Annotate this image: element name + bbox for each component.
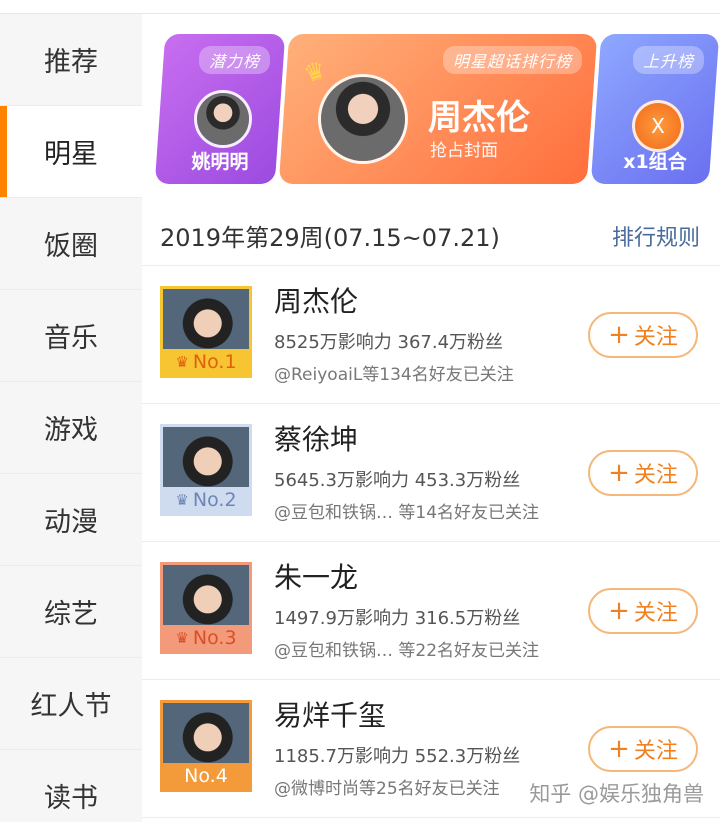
- star-stats: 8525万影响力 367.4万粉丝: [274, 332, 504, 353]
- follow-button[interactable]: + 关注: [588, 450, 698, 496]
- crown-icon: ♛: [175, 353, 189, 371]
- star-topic-chart-card[interactable]: 明星超话排行榜 ♛ 周杰伦 抢占封面: [278, 34, 598, 184]
- star-stats: 5645.3万影响力 453.3万粉丝: [274, 470, 521, 491]
- sidebar-item-influencer[interactable]: 红人节: [0, 658, 142, 750]
- sidebar-item-music[interactable]: 音乐: [0, 290, 142, 382]
- card-tag: 潜力榜: [198, 46, 270, 74]
- sidebar-item-stars[interactable]: 明星: [0, 106, 142, 198]
- top-bar: [0, 0, 720, 14]
- friends-following: @微博时尚等25名好友已关注: [274, 779, 500, 799]
- crown-icon: ♛: [175, 629, 189, 647]
- friends-following: @ReiyoaiL等134名好友已关注: [274, 365, 514, 385]
- card-name: 姚明明: [191, 151, 249, 173]
- rank-badge: No.4: [163, 763, 249, 789]
- avatar: [318, 74, 408, 164]
- sidebar-item-anime[interactable]: 动漫: [0, 474, 142, 566]
- card-subtitle: 抢占封面: [430, 141, 498, 161]
- group-badge-icon: X: [632, 100, 684, 152]
- star-name: 朱一龙: [274, 561, 359, 594]
- rank-badge: ♛ No.3: [163, 625, 249, 651]
- watermark: 知乎 @娱乐独角兽: [529, 782, 704, 806]
- sidebar-item-fandom[interactable]: 饭圈: [0, 198, 142, 290]
- sidebar-item-games[interactable]: 游戏: [0, 382, 142, 474]
- ranking-list: ♛ No.1 周杰伦 8525万影响力 367.4万粉丝 @ReiyoaiL等13…: [142, 266, 720, 818]
- sidebar-item-variety[interactable]: 综艺: [0, 566, 142, 658]
- rank-badge: ♛ No.2: [163, 487, 249, 513]
- ranking-row[interactable]: ♛ No.2 蔡徐坤 5645.3万影响力 453.3万粉丝 @豆包和铁锅… 等1…: [142, 404, 720, 542]
- potential-chart-card[interactable]: 潜力榜 姚明明: [154, 34, 286, 184]
- crown-icon: ♛: [175, 491, 189, 509]
- rank-badge: ♛ No.1: [163, 349, 249, 375]
- follow-button[interactable]: + 关注: [588, 312, 698, 358]
- main-content: 潜力榜 姚明明 明星超话排行榜 ♛ 周杰伦 抢占封面 上升榜 X x1组合 20…: [142, 14, 720, 822]
- star-name: 周杰伦: [274, 285, 359, 318]
- avatar-thumbnail: ♛ No.1: [160, 286, 252, 378]
- ranking-banner: 潜力榜 姚明明 明星超话排行榜 ♛ 周杰伦 抢占封面 上升榜 X x1组合: [142, 14, 720, 194]
- friends-following: @豆包和铁锅… 等22名好友已关注: [274, 641, 540, 661]
- card-name: x1组合: [623, 151, 687, 173]
- week-header: 2019年第29周(07.15~07.21) 排行规则: [142, 196, 720, 266]
- avatar: [194, 90, 252, 148]
- friends-following: @豆包和铁锅… 等14名好友已关注: [274, 503, 540, 523]
- avatar-thumbnail: ♛ No.2: [160, 424, 252, 516]
- card-tag: 上升榜: [632, 46, 704, 74]
- star-stats: 1185.7万影响力 552.3万粉丝: [274, 746, 521, 767]
- follow-button[interactable]: + 关注: [588, 588, 698, 634]
- plus-icon: +: [608, 596, 630, 626]
- sidebar-item-books[interactable]: 读书: [0, 750, 142, 822]
- star-stats: 1497.9万影响力 316.5万粉丝: [274, 608, 521, 629]
- rising-chart-card[interactable]: 上升榜 X x1组合: [590, 34, 720, 184]
- follow-button[interactable]: + 关注: [588, 726, 698, 772]
- avatar-thumbnail: No.4: [160, 700, 252, 792]
- plus-icon: +: [608, 734, 630, 764]
- star-name: 易烊千玺: [274, 699, 387, 732]
- plus-icon: +: [608, 458, 630, 488]
- avatar-thumbnail: ♛ No.3: [160, 562, 252, 654]
- star-name: 蔡徐坤: [274, 423, 359, 456]
- card-tag: 明星超话排行榜: [442, 46, 582, 74]
- sidebar-item-recommend[interactable]: 推荐: [0, 14, 142, 106]
- plus-icon: +: [608, 320, 630, 350]
- ranking-row[interactable]: ♛ No.1 周杰伦 8525万影响力 367.4万粉丝 @ReiyoaiL等13…: [142, 266, 720, 404]
- week-range: 2019年第29周(07.15~07.21): [160, 224, 500, 252]
- category-sidebar: 推荐 明星 饭圈 音乐 游戏 动漫 综艺 红人节 读书: [0, 14, 142, 822]
- ranking-row[interactable]: ♛ No.3 朱一龙 1497.9万影响力 316.5万粉丝 @豆包和铁锅… 等2…: [142, 542, 720, 680]
- card-title: 周杰伦: [428, 98, 530, 138]
- ranking-rules-link[interactable]: 排行规则: [612, 220, 700, 252]
